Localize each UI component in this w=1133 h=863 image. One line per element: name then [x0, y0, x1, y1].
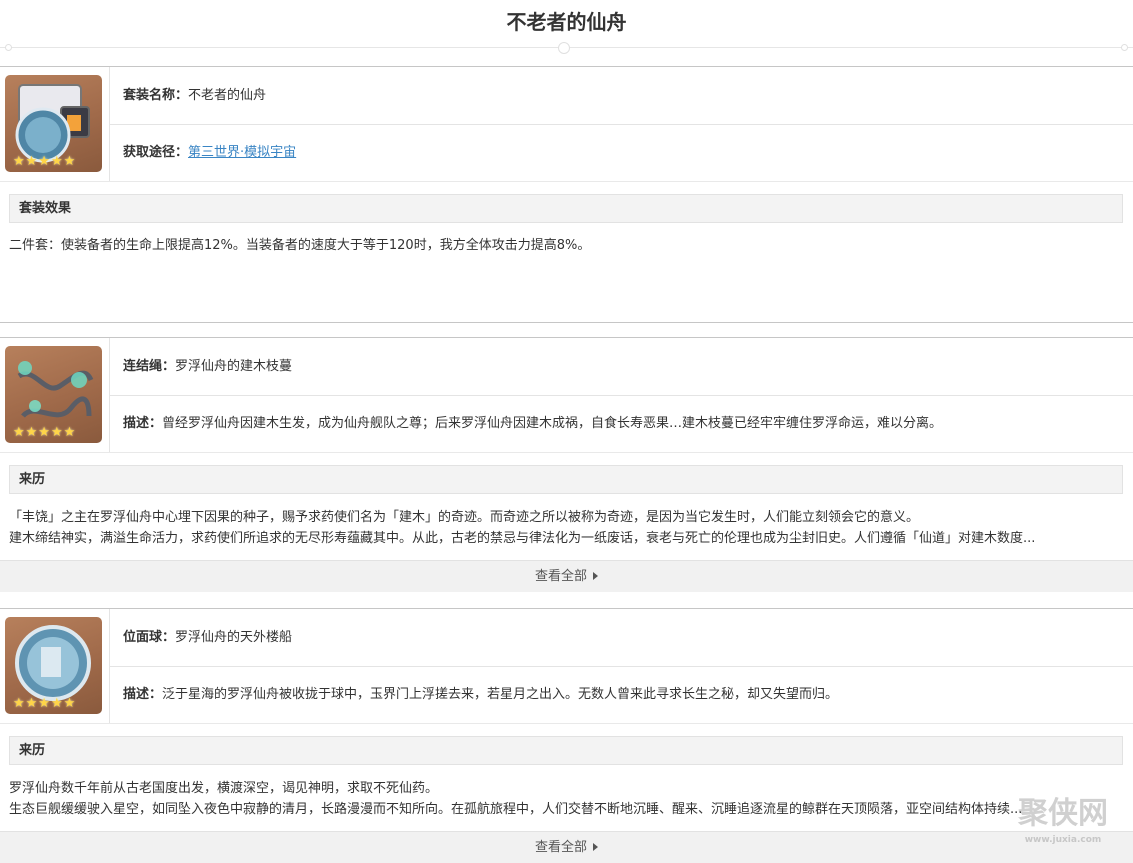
piece-icon-image: ★★★★★	[5, 617, 102, 714]
relic-piece-sphere: ★★★★★ 位面球：罗浮仙舟的天外楼船 描述：泛于星海的罗浮仙舟被收拢于球中，玉…	[0, 608, 1133, 863]
set-thumbnail-cell: ★★★★★	[0, 67, 110, 181]
piece-icon-image: ★★★★★	[5, 346, 102, 443]
piece-desc: 曾经罗浮仙舟因建木生发，成为仙舟舰队之尊；后来罗浮仙舟因建木成祸，自食长寿恶果……	[162, 416, 943, 431]
set-icon-image: ★★★★★	[5, 75, 102, 172]
divider-dot-icon	[5, 44, 12, 51]
piece-header: ★★★★★ 连结绳：罗浮仙舟的建木枝蔓 描述：曾经罗浮仙舟因建木生发，成为仙舟舰…	[0, 338, 1133, 453]
set-info-block: ★★★★★ 套装名称：不老者的仙舟 获取途径：第三世界·模拟宇宙 套装效果 二件…	[0, 66, 1133, 323]
set-source-label: 获取途径：	[123, 145, 189, 160]
watermark-brand: 聚侠网	[1018, 796, 1108, 831]
site-watermark: 聚侠网 www.juxia.com	[1003, 794, 1123, 854]
piece-history-heading: 来历	[9, 736, 1123, 765]
view-all-label: 查看全部	[534, 840, 587, 855]
set-name-value: 不老者的仙舟	[188, 88, 267, 103]
piece-name: 罗浮仙舟的天外楼船	[175, 630, 293, 645]
view-all-label: 查看全部	[534, 569, 587, 584]
set-effect-text: 二件套：使装备者的生命上限提高12%。当装备者的速度大于等于120时，我方全体攻…	[9, 238, 591, 253]
caret-right-icon	[593, 572, 598, 580]
title-divider	[0, 42, 1133, 54]
piece-history-line: 生态巨舰缓缓驶入星空，如同坠入夜色中寂静的清月，长路漫漫而不知所向。在孤航旅程中…	[9, 802, 1023, 817]
piece-history-line: 罗浮仙舟数千年前从古老国度出发，横渡深空，谒见神明，求取不死仙药。	[9, 781, 439, 796]
piece-history-line: 「丰饶」之主在罗浮仙舟中心埋下因果的种子，赐予求药使们名为「建木」的奇迹。而奇迹…	[9, 510, 920, 525]
piece-history-line: 建木缔结神实，满溢生命活力，求药使们所追求的无尽形寿蕴藏其中。从此，古老的禁忌与…	[9, 531, 1036, 546]
piece-desc-label: 描述：	[123, 687, 163, 702]
watermark-url: www.juxia.com	[1024, 835, 1102, 845]
piece-thumbnail-cell: ★★★★★	[0, 338, 110, 452]
piece-type-label: 位面球：	[123, 630, 176, 645]
set-source-row: 获取途径：第三世界·模拟宇宙	[110, 125, 1133, 180]
set-name-label: 套装名称：	[123, 88, 189, 103]
rarity-stars: ★★★★★	[13, 154, 77, 169]
source-link[interactable]: 第三世界·模拟宇宙	[188, 145, 296, 160]
divider-dot-icon	[1121, 44, 1128, 51]
piece-desc-label: 描述：	[123, 416, 163, 431]
piece-desc-row: 描述：泛于星海的罗浮仙舟被收拢于球中，玉界门上浮搓去来，若星月之出入。无数人曾来…	[110, 667, 1133, 722]
view-all-button[interactable]: 查看全部	[0, 831, 1133, 863]
rarity-stars: ★★★★★	[13, 696, 77, 711]
piece-desc: 泛于星海的罗浮仙舟被收拢于球中，玉界门上浮搓去来，若星月之出入。无数人曾来此寻求…	[162, 687, 839, 702]
piece-history-heading: 来历	[9, 465, 1123, 494]
piece-desc-row: 描述：曾经罗浮仙舟因建木生发，成为仙舟舰队之尊；后来罗浮仙舟因建木成祸，自食长寿…	[110, 396, 1133, 451]
divider-ornament-icon	[558, 42, 570, 54]
piece-name-row: 连结绳：罗浮仙舟的建木枝蔓	[110, 338, 1133, 396]
rarity-stars: ★★★★★	[13, 425, 77, 440]
piece-type-label: 连结绳：	[123, 359, 176, 374]
piece-name: 罗浮仙舟的建木枝蔓	[175, 359, 293, 374]
piece-name-row: 位面球：罗浮仙舟的天外楼船	[110, 609, 1133, 667]
caret-right-icon	[593, 843, 598, 851]
piece-header: ★★★★★ 位面球：罗浮仙舟的天外楼船 描述：泛于星海的罗浮仙舟被收拢于球中，玉…	[0, 609, 1133, 724]
set-effect-heading: 套装效果	[9, 194, 1123, 223]
set-info-header: ★★★★★ 套装名称：不老者的仙舟 获取途径：第三世界·模拟宇宙	[0, 67, 1133, 182]
view-all-button[interactable]: 查看全部	[0, 560, 1133, 592]
page-title: 不老者的仙舟	[506, 10, 627, 34]
relic-piece-rope: ★★★★★ 连结绳：罗浮仙舟的建木枝蔓 描述：曾经罗浮仙舟因建木生发，成为仙舟舰…	[0, 337, 1133, 593]
piece-thumbnail-cell: ★★★★★	[0, 609, 110, 723]
set-name-row: 套装名称：不老者的仙舟	[110, 67, 1133, 125]
